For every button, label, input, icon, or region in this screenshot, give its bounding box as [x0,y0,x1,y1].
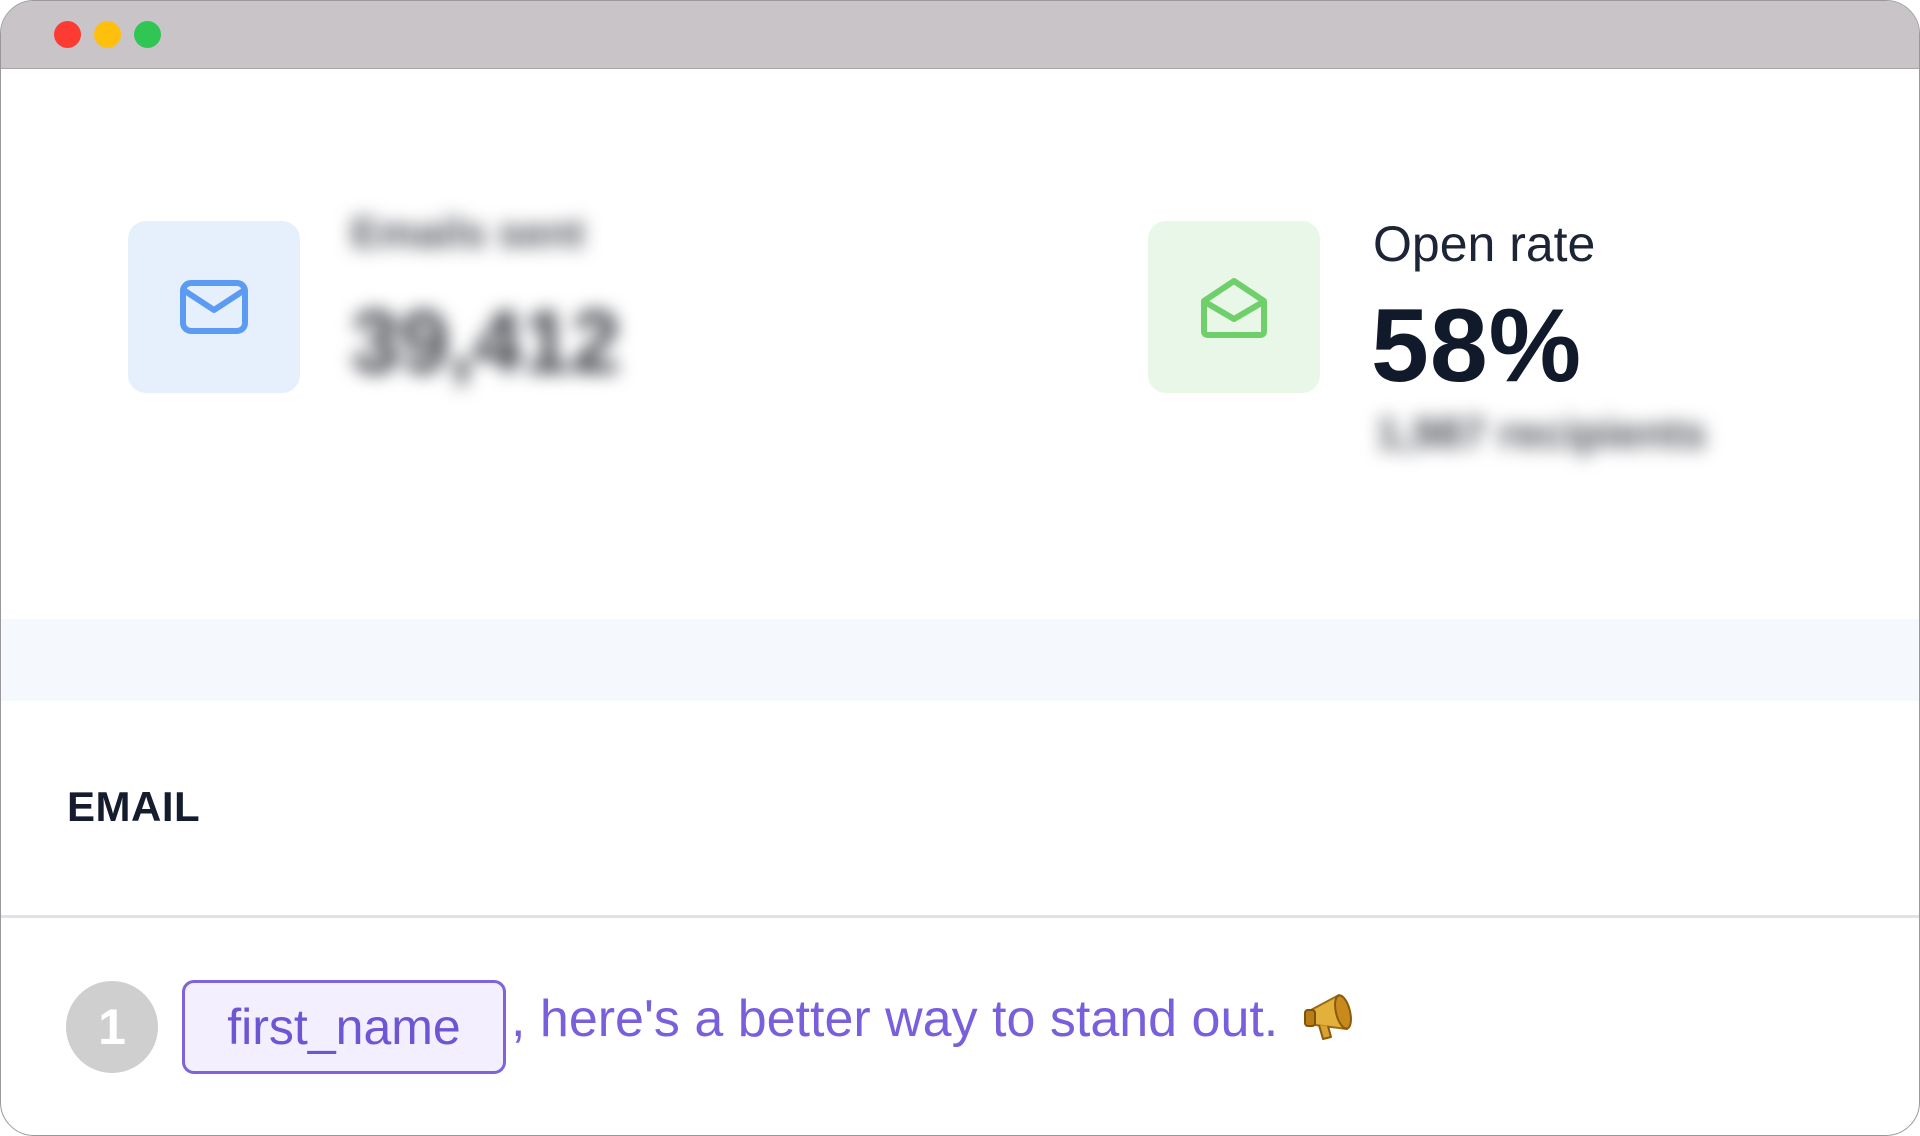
section-separator [1,619,1919,701]
megaphone-icon [1304,994,1352,1040]
open-rate-value: 58% [1371,288,1583,404]
close-button[interactable] [54,21,81,48]
minimize-button[interactable] [94,21,121,48]
maximize-button[interactable] [134,21,161,48]
step-number-badge: 1 [66,981,158,1073]
emails-sent-icon-box [128,221,300,393]
divider [1,915,1919,918]
title-bar [1,1,1919,69]
emails-sent-label: Emails sent [351,209,585,256]
open-rate-icon-box [1148,221,1320,393]
open-rate-label: Open rate [1373,216,1596,272]
envelope-icon [180,280,248,334]
emails-sent-value: 39,412 [351,292,621,391]
section-title: EMAIL [67,783,201,830]
stats-panel: Emails sent 39,412 Open rate 58% 1,987 r… [1,69,1919,619]
open-rate-subtext: 1,987 recipients [1376,409,1707,458]
subject-line-text[interactable]: , here's a better way to stand out. [511,989,1278,1049]
app-window: Emails sent 39,412 Open rate 58% 1,987 r… [0,0,1920,1136]
envelope-open-icon [1201,278,1267,338]
first-name-token[interactable]: first_name [182,980,506,1074]
